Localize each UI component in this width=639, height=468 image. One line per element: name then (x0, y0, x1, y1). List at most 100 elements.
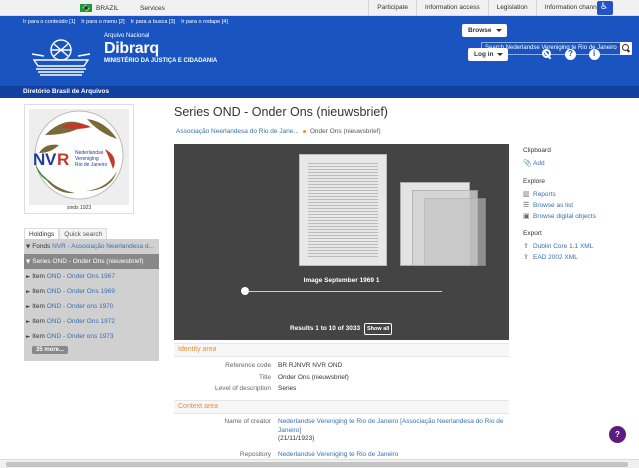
collapsed-triangle-icon: ► (26, 319, 31, 325)
tree-item[interactable]: ► Item OND - Onder ons 1973 (24, 329, 159, 344)
context-area-heading[interactable]: Context area (174, 400, 509, 414)
identity-area-heading[interactable]: Identity area (174, 343, 509, 357)
browse-digital-objects-link[interactable]: ▣ Browse digital objects (523, 212, 596, 221)
field-value: Onder Ons (nieuwsbrief) (278, 374, 349, 381)
creator-dates: (21/11/1923) (278, 435, 315, 442)
horizontal-scrollbar[interactable] (0, 459, 639, 468)
info-icon[interactable] (589, 49, 600, 60)
field-value: Series (278, 385, 297, 392)
skip-to-search-link[interactable]: Ir para a busca [3] (131, 19, 175, 25)
breadcrumb: Associação Neerlandesa do Rio de Jane...… (176, 128, 381, 135)
help-icon[interactable] (565, 49, 576, 60)
show-all-button[interactable]: Show all (364, 323, 393, 335)
carousel-slider-track[interactable] (246, 291, 442, 292)
search-icon[interactable] (620, 42, 632, 55)
ministry-label: MINISTÉRIO DA JUSTIÇA E CIDADANIA (104, 58, 218, 64)
repository-link[interactable]: Nederlandse Vereniging te Rio de Janeiro (278, 451, 398, 458)
sidebar-tabs: Holdings Quick search (24, 228, 108, 239)
skip-to-menu-link[interactable]: Ir para o menu [2] (81, 19, 124, 25)
tree-item[interactable]: ► Item OND - Onder Ons 1967 (24, 269, 159, 284)
skip-to-footer-link[interactable]: Ir para o rodape [4] (181, 19, 228, 25)
creator-link[interactable]: Nederlandse Vereniging te Rio de Janeiro… (278, 418, 503, 434)
field-label: Title (258, 374, 271, 381)
results-count: Results 1 to 10 of 3033 (290, 325, 361, 332)
information-access-link[interactable]: Information access (416, 0, 488, 16)
svg-text:sinds 1923: sinds 1923 (67, 205, 91, 211)
quick-links-icon[interactable] (541, 49, 552, 60)
tree-item[interactable]: ► Item OND - Onder Ons 1969 (24, 284, 159, 299)
tab-quick-search[interactable]: Quick search (59, 228, 108, 239)
tree-item-fonds[interactable]: ▼ Fonds NVR - Associação Neerlandesa d... (24, 239, 159, 254)
add-to-clipboard-link[interactable]: 📎 Add (523, 159, 551, 168)
collapsed-triangle-icon: ► (26, 274, 31, 280)
upload-icon: ⇪ (523, 242, 529, 250)
field-label: Name of creator (224, 418, 271, 425)
chat-help-button[interactable]: ? (609, 426, 626, 443)
skip-to-content-link[interactable]: Ir para o conteúdo [1] (23, 19, 75, 25)
repository-logo[interactable]: N V R Nederlandse Vereniging Rio de Jane… (24, 104, 134, 214)
brazil-link[interactable]: BRAZIL (80, 4, 119, 12)
clipboard-section: Clipboard 📎 Add (523, 147, 551, 167)
scrollbar-thumb[interactable] (6, 462, 628, 467)
document-page-image (308, 163, 378, 257)
gov-bar: BRAZIL Services Participate Information … (0, 0, 639, 16)
holdings-tree: ▼ Fonds NVR - Associação Neerlandesa d...… (24, 239, 159, 361)
export-ead-link[interactable]: ⇪ EAD 2002 XML (523, 253, 593, 262)
carousel-caption: Image September 1969 1 (303, 277, 380, 284)
site-name: Dibrarq (104, 40, 159, 57)
page-title: Series OND - Onder Ons (nieuwsbrief) (174, 105, 388, 119)
tree-item[interactable]: ► Item OND - Onder Ons 1972 (24, 314, 159, 329)
login-button[interactable]: Log in (468, 48, 508, 61)
breadcrumb-parent-link[interactable]: Associação Neerlandesa do Rio de Jane... (176, 128, 299, 135)
tab-holdings[interactable]: Holdings (24, 228, 60, 239)
site-header: Ir para o conteúdo [1] Ir para o menu [2… (0, 16, 639, 86)
field-label: Reference code (225, 362, 271, 369)
explore-heading: Explore (523, 178, 546, 185)
site-description: Diretório Brasil de Arquivos (23, 88, 110, 95)
field-label: Level of description (214, 385, 271, 392)
field-value: Nederlandse Vereniging te Rio de Janeiro… (278, 418, 506, 444)
gov-links: Participate Information access Legislati… (368, 0, 613, 16)
reports-link[interactable]: ▥ Reports (523, 190, 596, 199)
nvr-logo-image: N V R Nederlandse Vereniging Rio de Jane… (25, 105, 133, 213)
legislation-link[interactable]: Legislation (487, 0, 536, 16)
arquivo-nacional-logo[interactable] (30, 36, 92, 78)
digital-object-thumbnail[interactable] (424, 198, 486, 266)
svg-text:N: N (33, 150, 45, 169)
bar-chart-icon: ▥ (523, 190, 530, 198)
participate-link[interactable]: Participate (368, 0, 416, 16)
brazil-label: BRAZIL (96, 4, 119, 12)
breadcrumb-separator-icon (302, 130, 306, 133)
browse-as-list-link[interactable]: ☰ Browse as list (523, 201, 596, 210)
field-value: BR RJNVR NVR OND (278, 362, 343, 369)
tree-item[interactable]: ► Item OND - Onder ons 1970 (24, 299, 159, 314)
clipboard-heading: Clipboard (523, 147, 551, 154)
image-icon: ▣ (523, 212, 530, 220)
export-section: Export ⇪ Dublin Core 1.1 XML ⇪ EAD 2002 … (523, 230, 593, 261)
services-link[interactable]: Services (140, 5, 165, 12)
svg-text:Rio de Janeiro: Rio de Janeiro (75, 162, 107, 168)
explore-section: Explore ▥ Reports ☰ Browse as list ▣ Bro… (523, 178, 596, 220)
carousel-slider-handle[interactable] (241, 287, 249, 295)
svg-text:V: V (45, 150, 57, 169)
digital-object-thumbnail-main[interactable] (299, 154, 387, 266)
digital-object-carousel: Image September 1969 1 Results 1 to 10 o… (174, 144, 509, 340)
tree-item-series-selected[interactable]: ▼ Series OND - Onder Ons (nieuwsbrief) (24, 254, 159, 269)
brazil-flag-icon (80, 4, 92, 12)
collapsed-triangle-icon: ► (26, 289, 31, 295)
expanded-triangle-icon: ▼ (26, 259, 31, 265)
upload-icon: ⇪ (523, 253, 529, 261)
expanded-triangle-icon: ▼ (26, 244, 31, 250)
field-label: Repository (239, 451, 271, 458)
collapsed-triangle-icon: ► (26, 304, 31, 310)
accessibility-icon[interactable] (597, 1, 613, 15)
svg-text:R: R (57, 150, 69, 169)
browse-menu-button[interactable]: Browse (462, 24, 507, 37)
breadcrumb-current: Onder Ons (nieuwsbrief) (309, 128, 381, 135)
export-dublin-core-link[interactable]: ⇪ Dublin Core 1.1 XML (523, 242, 593, 251)
show-more-button[interactable]: 35 more... (32, 346, 69, 354)
paperclip-icon: 📎 (523, 159, 532, 167)
list-icon: ☰ (523, 201, 530, 209)
subheader: Diretório Brasil de Arquivos (0, 86, 639, 98)
org-title[interactable]: Arquivo Nacional Dibrarq MINISTÉRIO DA J… (104, 33, 217, 64)
